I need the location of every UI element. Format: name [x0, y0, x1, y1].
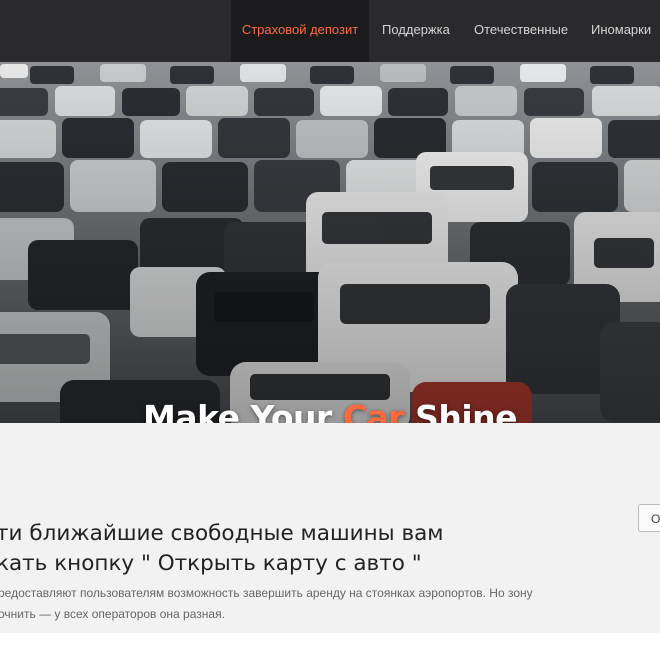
nav-item-domestic[interactable]: Отечественные: [474, 0, 568, 62]
nav-item-foreign-cars[interactable]: Иномарки: [591, 0, 651, 62]
hero-banner: Make Your Car Shine: [0, 62, 660, 423]
cta-description-line2: очнить — у всех операторов она разная.: [0, 607, 225, 621]
hero-title-accent: Car: [342, 398, 405, 423]
hero-title-part1: Make Your: [142, 398, 343, 423]
hero-title: Make Your Car Shine: [0, 398, 660, 423]
cta-description-line1: редоставляют пользователям возможность з…: [0, 586, 533, 600]
nav-item-support[interactable]: Поддержка: [382, 0, 450, 62]
content-section: ти ближайшие свободные машины вам кать к…: [0, 423, 660, 633]
cta-description: редоставляют пользователям возможность з…: [0, 583, 533, 625]
hero-title-part2: Shine: [404, 398, 518, 423]
cta-heading-line2: кать кнопку " Открыть карту с авто ": [0, 551, 422, 576]
open-map-button[interactable]: О: [638, 504, 660, 532]
parking-lot-image: [0, 62, 660, 423]
top-navigation: Страховой депозит Поддержка Отечественны…: [0, 0, 660, 62]
cta-heading-line1: ти ближайшие свободные машины вам: [0, 521, 444, 546]
cta-heading: ти ближайшие свободные машины вам кать к…: [0, 519, 444, 579]
page-bottom: [0, 633, 660, 660]
nav-item-insurance-deposit[interactable]: Страховой депозит: [231, 0, 369, 62]
